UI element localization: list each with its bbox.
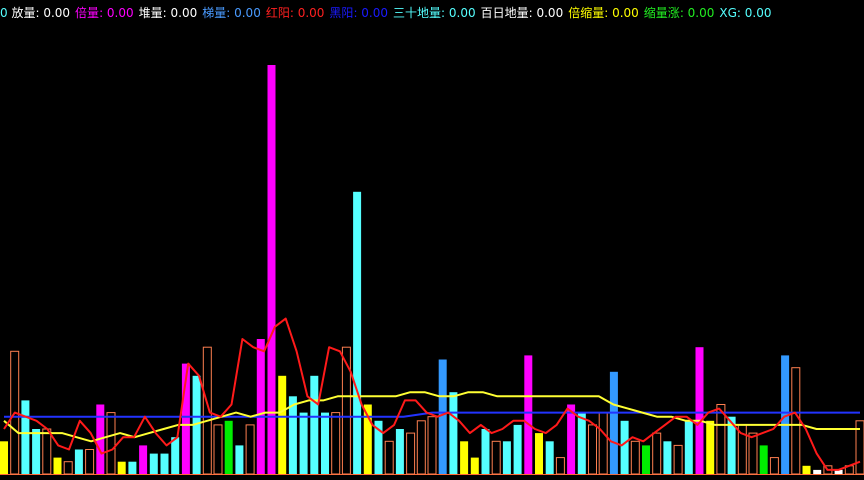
volume-bar	[642, 445, 650, 474]
volume-bar	[673, 444, 683, 475]
volume-bar	[224, 420, 233, 474]
volume-bar	[74, 449, 83, 474]
volume-bar	[128, 461, 137, 474]
volume-bar	[598, 412, 608, 475]
volume-bar	[577, 412, 586, 474]
volume-bar	[32, 429, 41, 474]
volume-bar	[470, 457, 479, 474]
volume-bar	[748, 432, 758, 475]
volume-bar	[706, 420, 715, 474]
volume-bar	[321, 412, 329, 474]
volume-bar	[769, 457, 779, 475]
volume-bar	[278, 375, 287, 474]
volume-bar	[481, 429, 490, 474]
volume-bar	[567, 404, 576, 474]
volume-bar	[449, 392, 458, 474]
volume-bar	[256, 339, 265, 474]
volume-bar	[331, 412, 341, 475]
volume-bar	[21, 400, 30, 474]
volume-bar	[460, 441, 469, 474]
volume-bar	[813, 469, 822, 474]
volume-bar	[42, 428, 52, 475]
volume-bar	[545, 441, 554, 474]
volume-bar	[652, 432, 662, 475]
volume-bar	[791, 367, 801, 475]
volume-bar	[620, 420, 629, 474]
volume-bar	[310, 375, 319, 474]
volume-bar	[341, 346, 351, 475]
volume-bar	[502, 441, 511, 474]
volume-bar	[759, 445, 768, 474]
volume-bar	[406, 432, 416, 475]
volume-bar	[524, 355, 533, 474]
volume-bar	[299, 412, 308, 474]
volume-bar	[491, 440, 501, 475]
volume-bar	[85, 449, 95, 475]
volume-bar	[149, 453, 158, 474]
volume-bar	[213, 424, 223, 475]
volume-bar	[416, 420, 426, 475]
volume-bar	[395, 429, 404, 474]
volume-bar	[353, 191, 362, 475]
volume-bar	[427, 416, 437, 475]
volume-bar	[235, 445, 244, 474]
volume-bar	[684, 420, 693, 474]
volume-bar	[106, 412, 116, 475]
volume-bar	[245, 424, 255, 475]
volume-bar	[384, 440, 394, 475]
volume-bar	[63, 461, 73, 475]
volume-bar	[117, 461, 126, 474]
volume-bar	[139, 445, 148, 474]
volume-bar	[513, 424, 522, 474]
volume-bar	[609, 371, 618, 475]
volume-bar	[0, 441, 8, 474]
volume-bar	[802, 465, 811, 474]
volume-bar	[160, 453, 169, 474]
volume-bar	[288, 396, 297, 474]
volume-bar	[663, 441, 672, 474]
volume-bar	[53, 457, 62, 474]
volume-chart	[0, 65, 864, 475]
volume-bar	[695, 347, 704, 474]
volume-bar	[555, 457, 565, 475]
volume-bar	[588, 424, 597, 475]
volume-bar	[630, 440, 640, 475]
volume-bar	[535, 433, 543, 474]
volume-bar	[171, 437, 180, 474]
